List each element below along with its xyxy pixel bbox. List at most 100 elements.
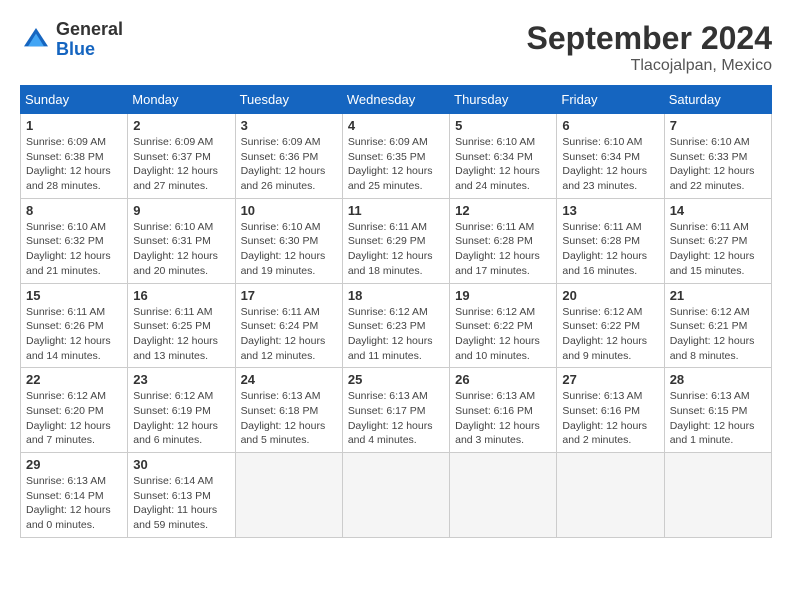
col-wednesday: Wednesday (342, 86, 449, 114)
day-info: Sunrise: 6:13 AM Sunset: 6:16 PM Dayligh… (455, 389, 551, 448)
table-row: 21 Sunrise: 6:12 AM Sunset: 6:21 PM Dayl… (664, 283, 771, 368)
day-info: Sunrise: 6:12 AM Sunset: 6:20 PM Dayligh… (26, 389, 122, 448)
calendar-week-row: 22 Sunrise: 6:12 AM Sunset: 6:20 PM Dayl… (21, 368, 772, 453)
table-row: 4 Sunrise: 6:09 AM Sunset: 6:35 PM Dayli… (342, 114, 449, 199)
table-row: 16 Sunrise: 6:11 AM Sunset: 6:25 PM Dayl… (128, 283, 235, 368)
table-row: 9 Sunrise: 6:10 AM Sunset: 6:31 PM Dayli… (128, 198, 235, 283)
day-info: Sunrise: 6:13 AM Sunset: 6:15 PM Dayligh… (670, 389, 766, 448)
title-block: September 2024 Tlacojalpan, Mexico (527, 20, 772, 75)
day-info: Sunrise: 6:11 AM Sunset: 6:28 PM Dayligh… (562, 220, 658, 279)
table-row (450, 453, 557, 538)
day-number: 15 (26, 288, 122, 303)
day-info: Sunrise: 6:12 AM Sunset: 6:22 PM Dayligh… (562, 305, 658, 364)
day-number: 22 (26, 372, 122, 387)
col-tuesday: Tuesday (235, 86, 342, 114)
day-number: 13 (562, 203, 658, 218)
day-info: Sunrise: 6:10 AM Sunset: 6:31 PM Dayligh… (133, 220, 229, 279)
table-row: 23 Sunrise: 6:12 AM Sunset: 6:19 PM Dayl… (128, 368, 235, 453)
table-row: 28 Sunrise: 6:13 AM Sunset: 6:15 PM Dayl… (664, 368, 771, 453)
logo-blue: Blue (56, 40, 123, 60)
table-row: 18 Sunrise: 6:12 AM Sunset: 6:23 PM Dayl… (342, 283, 449, 368)
table-row: 10 Sunrise: 6:10 AM Sunset: 6:30 PM Dayl… (235, 198, 342, 283)
day-info: Sunrise: 6:12 AM Sunset: 6:22 PM Dayligh… (455, 305, 551, 364)
day-number: 21 (670, 288, 766, 303)
page-header: General Blue September 2024 Tlacojalpan,… (20, 20, 772, 75)
table-row: 22 Sunrise: 6:12 AM Sunset: 6:20 PM Dayl… (21, 368, 128, 453)
calendar-week-row: 15 Sunrise: 6:11 AM Sunset: 6:26 PM Dayl… (21, 283, 772, 368)
table-row: 19 Sunrise: 6:12 AM Sunset: 6:22 PM Dayl… (450, 283, 557, 368)
day-info: Sunrise: 6:11 AM Sunset: 6:24 PM Dayligh… (241, 305, 337, 364)
day-number: 7 (670, 118, 766, 133)
table-row (235, 453, 342, 538)
table-row: 1 Sunrise: 6:09 AM Sunset: 6:38 PM Dayli… (21, 114, 128, 199)
day-info: Sunrise: 6:09 AM Sunset: 6:35 PM Dayligh… (348, 135, 444, 194)
table-row: 7 Sunrise: 6:10 AM Sunset: 6:33 PM Dayli… (664, 114, 771, 199)
day-info: Sunrise: 6:11 AM Sunset: 6:29 PM Dayligh… (348, 220, 444, 279)
day-info: Sunrise: 6:09 AM Sunset: 6:37 PM Dayligh… (133, 135, 229, 194)
day-info: Sunrise: 6:12 AM Sunset: 6:23 PM Dayligh… (348, 305, 444, 364)
day-number: 2 (133, 118, 229, 133)
day-info: Sunrise: 6:13 AM Sunset: 6:18 PM Dayligh… (241, 389, 337, 448)
col-sunday: Sunday (21, 86, 128, 114)
table-row (664, 453, 771, 538)
day-number: 17 (241, 288, 337, 303)
table-row: 2 Sunrise: 6:09 AM Sunset: 6:37 PM Dayli… (128, 114, 235, 199)
day-info: Sunrise: 6:11 AM Sunset: 6:28 PM Dayligh… (455, 220, 551, 279)
day-info: Sunrise: 6:11 AM Sunset: 6:26 PM Dayligh… (26, 305, 122, 364)
logo-icon (20, 24, 52, 56)
day-number: 9 (133, 203, 229, 218)
day-number: 4 (348, 118, 444, 133)
day-info: Sunrise: 6:12 AM Sunset: 6:21 PM Dayligh… (670, 305, 766, 364)
day-info: Sunrise: 6:10 AM Sunset: 6:32 PM Dayligh… (26, 220, 122, 279)
day-number: 26 (455, 372, 551, 387)
day-number: 27 (562, 372, 658, 387)
day-info: Sunrise: 6:12 AM Sunset: 6:19 PM Dayligh… (133, 389, 229, 448)
day-number: 18 (348, 288, 444, 303)
day-number: 23 (133, 372, 229, 387)
location: Tlacojalpan, Mexico (527, 57, 772, 75)
day-number: 1 (26, 118, 122, 133)
table-row: 3 Sunrise: 6:09 AM Sunset: 6:36 PM Dayli… (235, 114, 342, 199)
day-info: Sunrise: 6:13 AM Sunset: 6:14 PM Dayligh… (26, 474, 122, 533)
day-number: 8 (26, 203, 122, 218)
table-row: 15 Sunrise: 6:11 AM Sunset: 6:26 PM Dayl… (21, 283, 128, 368)
day-number: 3 (241, 118, 337, 133)
day-info: Sunrise: 6:10 AM Sunset: 6:30 PM Dayligh… (241, 220, 337, 279)
day-info: Sunrise: 6:11 AM Sunset: 6:27 PM Dayligh… (670, 220, 766, 279)
calendar-week-row: 1 Sunrise: 6:09 AM Sunset: 6:38 PM Dayli… (21, 114, 772, 199)
calendar-week-row: 29 Sunrise: 6:13 AM Sunset: 6:14 PM Dayl… (21, 453, 772, 538)
table-row: 8 Sunrise: 6:10 AM Sunset: 6:32 PM Dayli… (21, 198, 128, 283)
day-info: Sunrise: 6:09 AM Sunset: 6:38 PM Dayligh… (26, 135, 122, 194)
table-row: 26 Sunrise: 6:13 AM Sunset: 6:16 PM Dayl… (450, 368, 557, 453)
table-row: 5 Sunrise: 6:10 AM Sunset: 6:34 PM Dayli… (450, 114, 557, 199)
table-row (557, 453, 664, 538)
table-row: 27 Sunrise: 6:13 AM Sunset: 6:16 PM Dayl… (557, 368, 664, 453)
month-title: September 2024 (527, 20, 772, 57)
day-info: Sunrise: 6:13 AM Sunset: 6:16 PM Dayligh… (562, 389, 658, 448)
day-info: Sunrise: 6:09 AM Sunset: 6:36 PM Dayligh… (241, 135, 337, 194)
day-number: 14 (670, 203, 766, 218)
logo-text: General Blue (56, 20, 123, 60)
day-number: 29 (26, 457, 122, 472)
day-number: 20 (562, 288, 658, 303)
day-number: 28 (670, 372, 766, 387)
col-friday: Friday (557, 86, 664, 114)
col-monday: Monday (128, 86, 235, 114)
table-row: 29 Sunrise: 6:13 AM Sunset: 6:14 PM Dayl… (21, 453, 128, 538)
day-info: Sunrise: 6:10 AM Sunset: 6:34 PM Dayligh… (562, 135, 658, 194)
day-info: Sunrise: 6:11 AM Sunset: 6:25 PM Dayligh… (133, 305, 229, 364)
logo-general: General (56, 20, 123, 40)
day-number: 25 (348, 372, 444, 387)
day-number: 16 (133, 288, 229, 303)
table-row: 20 Sunrise: 6:12 AM Sunset: 6:22 PM Dayl… (557, 283, 664, 368)
day-number: 5 (455, 118, 551, 133)
table-row: 13 Sunrise: 6:11 AM Sunset: 6:28 PM Dayl… (557, 198, 664, 283)
calendar-header-row: Sunday Monday Tuesday Wednesday Thursday… (21, 86, 772, 114)
table-row: 30 Sunrise: 6:14 AM Sunset: 6:13 PM Dayl… (128, 453, 235, 538)
col-thursday: Thursday (450, 86, 557, 114)
calendar-table: Sunday Monday Tuesday Wednesday Thursday… (20, 85, 772, 538)
day-number: 30 (133, 457, 229, 472)
day-info: Sunrise: 6:10 AM Sunset: 6:34 PM Dayligh… (455, 135, 551, 194)
table-row: 11 Sunrise: 6:11 AM Sunset: 6:29 PM Dayl… (342, 198, 449, 283)
day-number: 11 (348, 203, 444, 218)
